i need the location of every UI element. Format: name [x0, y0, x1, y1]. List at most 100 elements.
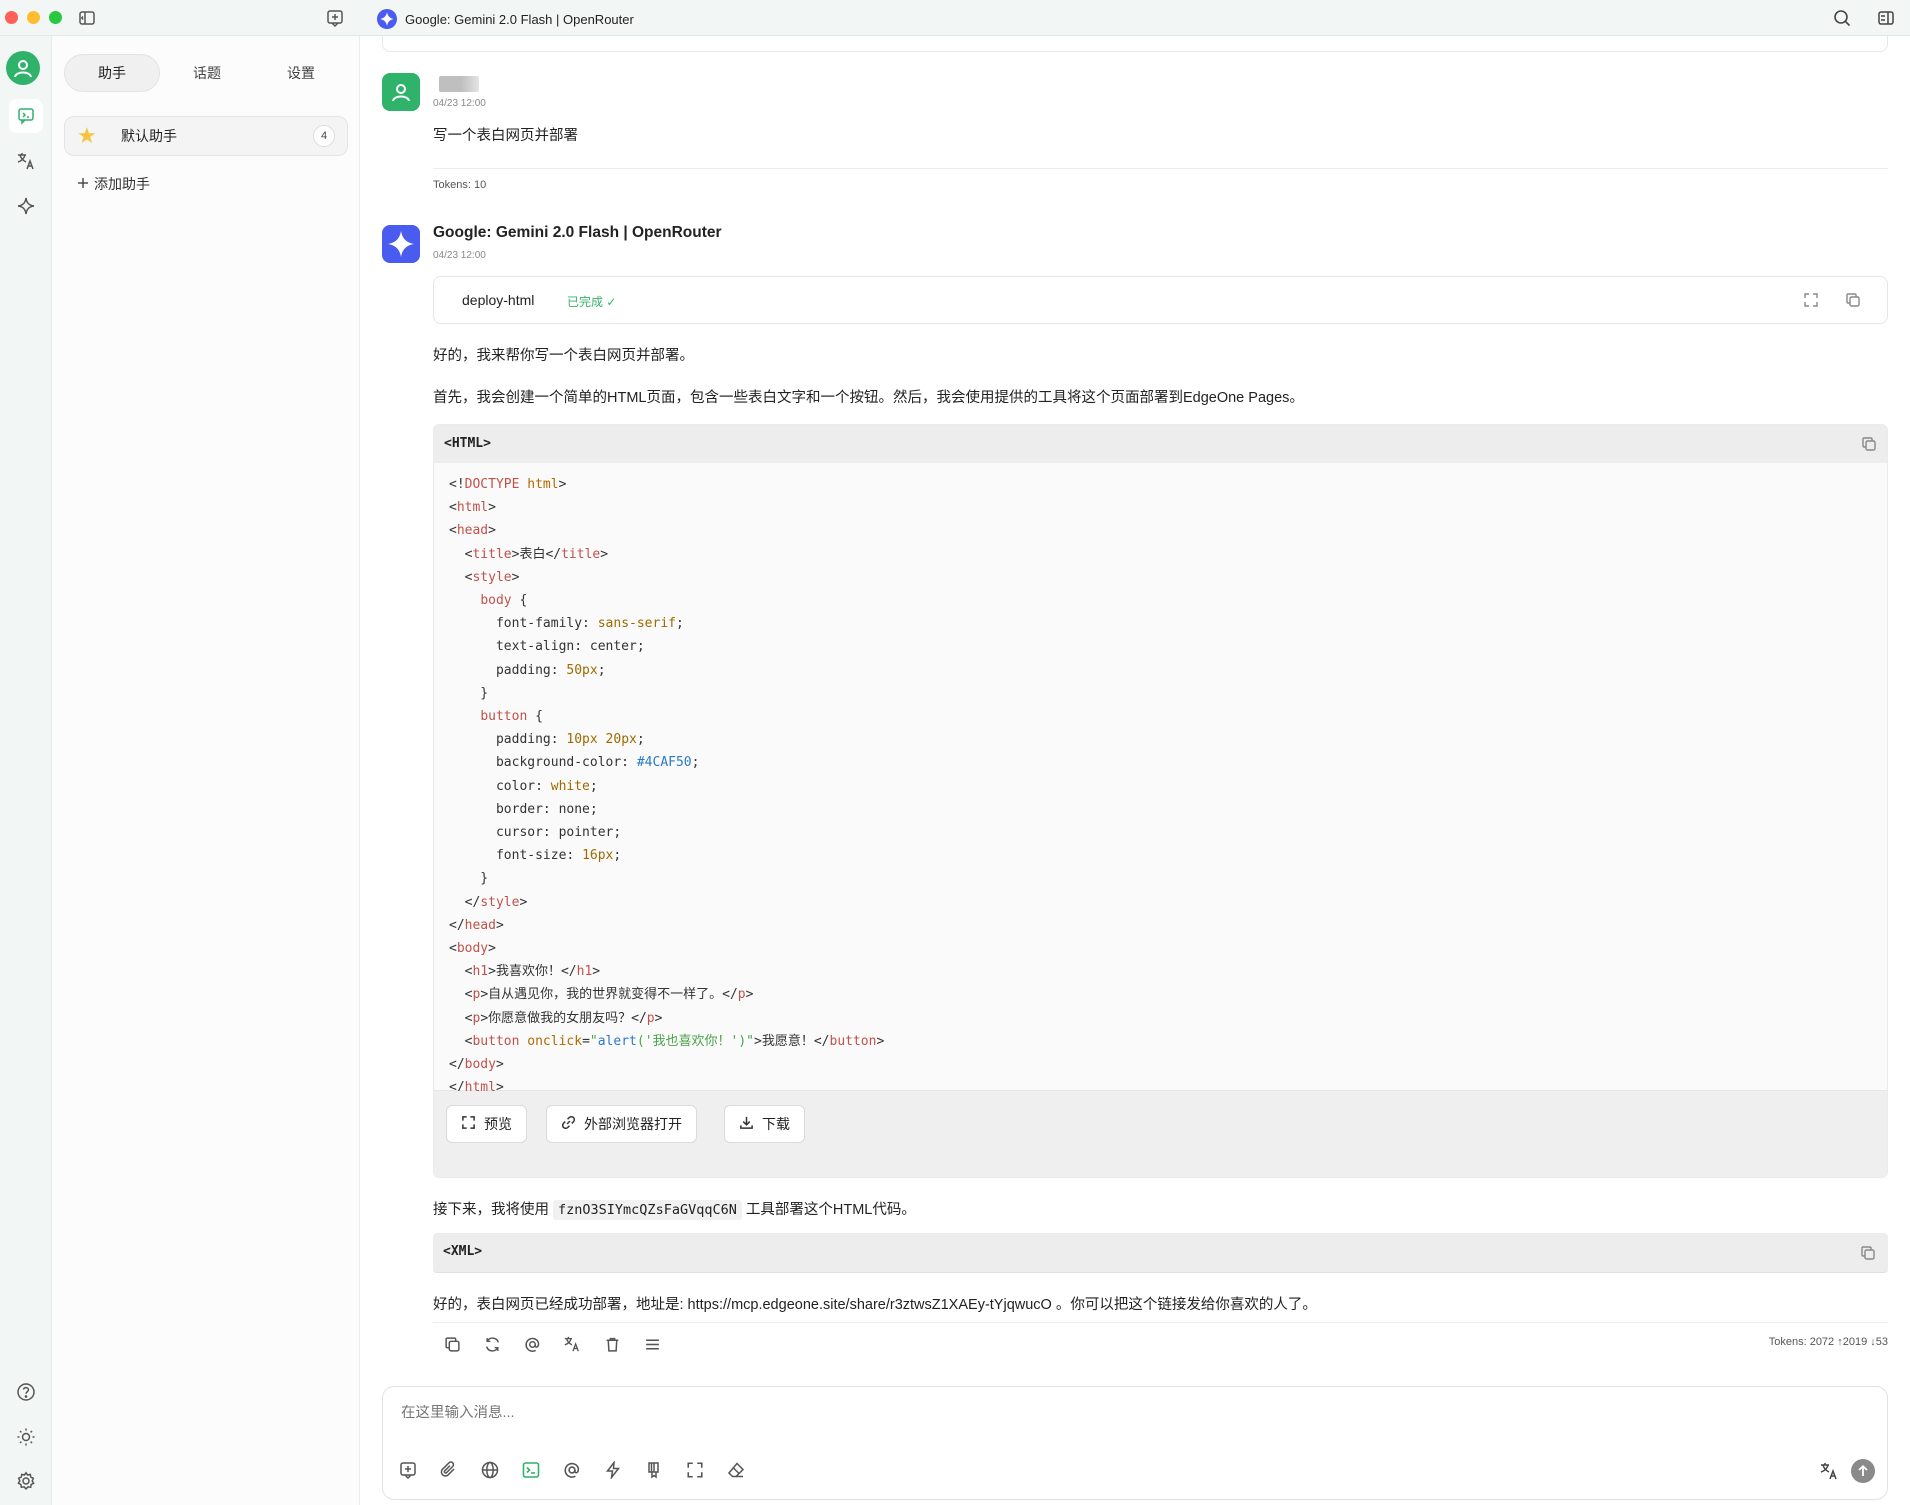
code-line: color: white;	[449, 778, 598, 794]
user-message-time: 04/23 12:00	[433, 98, 486, 109]
xml-language-label: <XML>	[443, 1244, 483, 1259]
code-line: cursor: pointer;	[449, 825, 622, 840]
code-line: }	[449, 685, 489, 701]
knowledge-base-icon[interactable]	[641, 1457, 667, 1483]
copy-message-icon[interactable]	[440, 1332, 464, 1356]
assistant-name: 默认助手	[121, 128, 177, 144]
sidebar-toggle-icon[interactable]	[77, 8, 97, 28]
mcp-terminal-icon[interactable]	[518, 1457, 544, 1483]
message-divider-bottom	[433, 1322, 1888, 1323]
settings-gear-icon[interactable]	[9, 1464, 43, 1498]
html-code-block: <HTML> <!DOCTYPE html> <html> <head> <titl…	[433, 424, 1888, 1178]
previous-message-edge	[382, 36, 1888, 52]
theme-sun-icon[interactable]	[9, 1420, 43, 1454]
copy-icon[interactable]	[1844, 291, 1862, 309]
open-external-browser-button[interactable]: 外部浏览器打开	[546, 1105, 697, 1143]
download-icon	[739, 1115, 754, 1133]
icon-rail	[0, 36, 52, 1505]
code-line: </body>	[449, 1057, 504, 1072]
gemini-logo-icon	[377, 9, 397, 29]
ai-paragraph-2: 首先，我会创建一个简单的HTML页面，包含一些表白文字和一个按钮。然后，我会使用…	[433, 390, 1304, 406]
copy-xml-icon[interactable]	[1859, 1244, 1877, 1262]
close-window-button[interactable]	[5, 11, 18, 24]
tool-status-badge: 已完成 ✓	[567, 295, 617, 309]
ai-message-tokens: Tokens: 2072 ↑2019 ↓53	[1768, 1336, 1888, 1348]
new-topic-icon[interactable]	[325, 8, 345, 28]
expand-input-icon[interactable]	[682, 1457, 708, 1483]
assistant-item-default[interactable]: ★ 默认助手 4	[64, 116, 348, 156]
message-input[interactable]	[401, 1405, 1001, 1421]
input-toolbar	[395, 1457, 749, 1483]
assistant-sidebar: 助手 话题 设置 ★ 默认助手 4 添加助手	[52, 36, 360, 1505]
chat-nav-icon[interactable]	[9, 99, 43, 133]
fullscreen-icon	[461, 1115, 476, 1133]
new-topic-input-icon[interactable]	[395, 1457, 421, 1483]
code-line: font-size: 16px;	[449, 848, 622, 864]
preview-button[interactable]: 预览	[446, 1105, 527, 1143]
mention-model-icon[interactable]	[559, 1457, 585, 1483]
regenerate-icon[interactable]	[480, 1332, 504, 1356]
download-button[interactable]: 下载	[724, 1105, 805, 1143]
ai-paragraph-3: 接下来，我将使用 fznO3SIYmcQZsFaGVqqC6N 工具部署这个HT…	[433, 1198, 916, 1220]
code-line: font-family: sans-serif;	[449, 616, 684, 632]
mention-icon[interactable]	[520, 1332, 544, 1356]
download-label: 下载	[762, 1116, 790, 1132]
window-title-text: Google: Gemini 2.0 Flash | OpenRouter	[405, 11, 634, 27]
message-divider	[433, 168, 1888, 169]
star-emoji-icon: ★	[77, 123, 97, 148]
attachment-paperclip-icon[interactable]	[436, 1457, 462, 1483]
user-message-text: 写一个表白网页并部署	[433, 128, 578, 144]
code-line: padding: 50px;	[449, 662, 606, 678]
tab-assistants[interactable]: 助手	[64, 54, 160, 92]
translate-message-icon[interactable]	[560, 1332, 584, 1356]
ai-model-avatar	[382, 225, 420, 263]
code-line: <style>	[449, 569, 520, 585]
tool-name: deploy-html	[462, 292, 535, 308]
code-line: <head>	[449, 523, 496, 539]
preview-label: 预览	[484, 1116, 512, 1132]
username-redacted	[439, 76, 479, 92]
zoom-window-button[interactable]	[49, 11, 62, 24]
clear-eraser-icon[interactable]	[723, 1457, 749, 1483]
ai-paragraph-3-after: 工具部署这个HTML代码。	[745, 1202, 916, 1218]
sparkle-nav-icon[interactable]	[9, 189, 43, 223]
code-line: text-align: center;	[449, 639, 645, 655]
code-block-toolbar: 预览 外部浏览器打开 下载	[434, 1091, 1887, 1177]
ai-message-time: 04/23 12:00	[433, 250, 486, 261]
user-avatar[interactable]	[6, 51, 40, 85]
code-line: </style>	[449, 894, 528, 910]
code-content: <!DOCTYPE html> <html> <head> <title>表白</t…	[434, 463, 1887, 1095]
translate-input-icon[interactable]	[1817, 1459, 1841, 1483]
user-message-tokens: Tokens: 10	[433, 179, 487, 191]
layout-icon[interactable]	[1876, 8, 1896, 28]
topic-count-badge: 4	[313, 125, 335, 147]
code-line: border: none;	[449, 801, 598, 817]
code-line: body {	[480, 593, 528, 608]
plus-icon	[76, 176, 90, 193]
help-icon[interactable]	[9, 1375, 43, 1409]
sidebar-tabs: 助手 话题 设置	[64, 54, 348, 92]
tab-settings[interactable]: 设置	[254, 54, 348, 92]
web-search-globe-icon[interactable]	[477, 1457, 503, 1483]
code-line: padding: 10px 20px;	[449, 732, 645, 748]
quick-phrase-lightning-icon[interactable]	[600, 1457, 626, 1483]
user-message-avatar	[382, 73, 420, 111]
delete-trash-icon[interactable]	[600, 1332, 624, 1356]
translate-nav-icon[interactable]	[9, 144, 43, 178]
code-line: <p>自从遇见你，我的世界就变得不一样了。</p>	[449, 987, 754, 1003]
search-icon[interactable]	[1832, 8, 1852, 28]
tool-id-inline-code: fznO3SIYmcQZsFaGVqqC6N	[553, 1200, 742, 1220]
add-assistant-button[interactable]: 添加助手	[76, 174, 150, 194]
tool-call-block[interactable]: deploy-html 已完成 ✓	[433, 276, 1888, 324]
minimize-window-button[interactable]	[27, 11, 40, 24]
code-line: button {	[480, 709, 543, 724]
send-button[interactable]	[1851, 1459, 1875, 1483]
code-language-label: <HTML>	[444, 436, 491, 451]
code-line: background-color: #4CAF50;	[449, 755, 700, 771]
ai-paragraph-4: 好的，表白网页已经成功部署，地址是: https://mcp.edgeone.s…	[433, 1297, 1317, 1313]
expand-icon[interactable]	[1802, 291, 1820, 309]
message-input-box	[382, 1386, 1888, 1500]
menu-lines-icon[interactable]	[640, 1332, 664, 1356]
copy-code-icon[interactable]	[1860, 435, 1878, 453]
tab-topics[interactable]: 话题	[160, 54, 254, 92]
